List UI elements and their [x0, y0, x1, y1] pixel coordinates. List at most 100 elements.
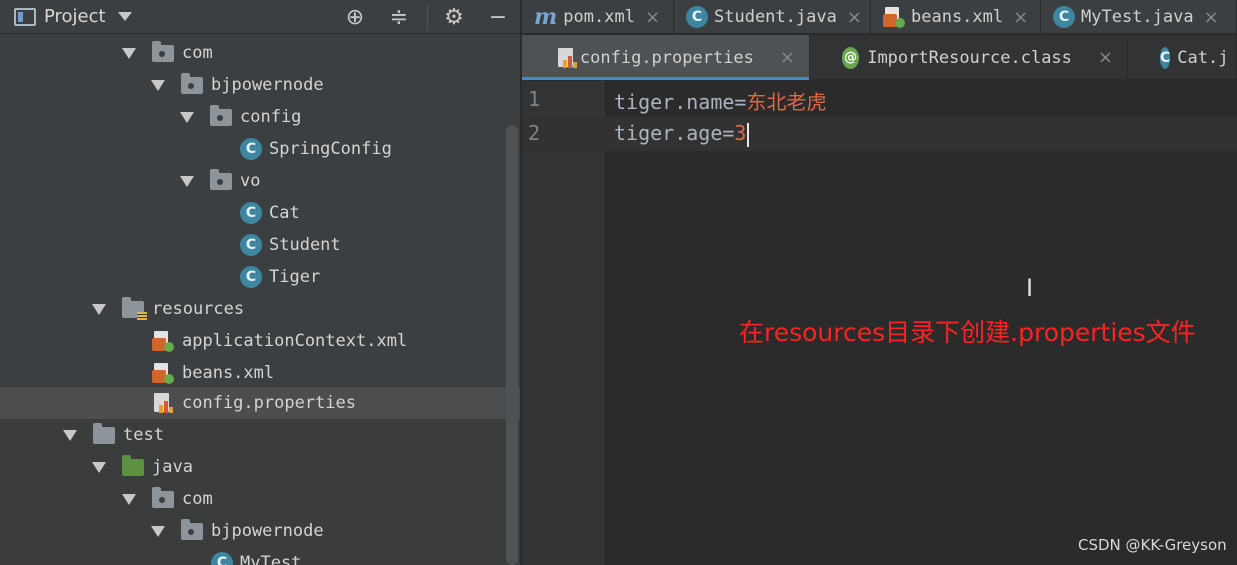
resources-folder-icon — [122, 296, 147, 321]
tab-student-java[interactable]: C Student.java × — [674, 0, 871, 34]
tab-mytest-java[interactable]: C MyTest.java × — [1041, 0, 1237, 34]
tree-item-java[interactable]: java — [0, 451, 520, 483]
expand-arrow-icon[interactable] — [63, 429, 77, 441]
expand-arrow-icon[interactable] — [122, 493, 136, 505]
tree-item-label: config — [240, 107, 302, 127]
tree-item-label: vo — [240, 171, 261, 191]
file-tab-bar: m pom.xml × C Student.java × beans.xml ×… — [522, 0, 1237, 34]
line-number: 1 — [528, 87, 541, 111]
annotation-text: 在resources目录下创建.properties文件 — [739, 318, 1196, 347]
close-icon[interactable]: × — [780, 47, 795, 68]
property-value: 东北老虎 — [746, 90, 827, 114]
tab-label: config.properties — [579, 47, 754, 68]
expand-arrow-icon[interactable] — [151, 525, 165, 537]
watermark: CSDN @KK-Greyson — [1078, 536, 1227, 554]
tab-importresource-class[interactable]: @ ImportResource.class × — [810, 35, 1128, 80]
project-panel-title[interactable]: Project — [44, 6, 106, 27]
hide-panel-icon[interactable]: − — [484, 3, 512, 31]
package-icon — [210, 104, 232, 126]
annotation-icon: @ — [842, 46, 860, 69]
tree-item-label: bjpowernode — [211, 521, 324, 541]
project-panel-header: Project ⊕ ≑ ⚙ − — [0, 0, 520, 34]
tab-config-properties[interactable]: config.properties × — [522, 35, 810, 80]
tree-item-label: resources — [152, 299, 245, 319]
tree-item-cat[interactable]: C Cat — [0, 197, 520, 229]
package-icon — [152, 486, 174, 508]
locate-file-icon[interactable]: ⊕ — [341, 3, 369, 31]
expand-arrow-icon[interactable] — [180, 111, 194, 123]
tree-item-mytest[interactable]: C MyTest — [0, 547, 520, 565]
tree-item-student[interactable]: C Student — [0, 229, 520, 261]
package-icon — [152, 40, 174, 62]
tree-item-label: test — [123, 425, 164, 445]
tab-beans-xml[interactable]: beans.xml × — [871, 0, 1041, 34]
tree-item-label: MyTest — [240, 553, 302, 565]
tree-scrollbar[interactable] — [506, 125, 518, 565]
tab-cat-java[interactable]: C Cat.j — [1128, 35, 1237, 80]
expand-arrow-icon[interactable] — [180, 175, 194, 187]
expand-arrow-icon[interactable] — [92, 461, 106, 473]
tree-item-config-properties[interactable]: config.properties — [0, 387, 520, 419]
tree-item-config[interactable]: config — [0, 101, 520, 133]
tree-item-com[interactable]: com — [0, 37, 520, 69]
tree-item-label: Student — [269, 235, 341, 255]
maven-icon: m — [534, 4, 558, 30]
collapse-all-icon[interactable]: ≑ — [385, 3, 413, 31]
close-icon[interactable]: × — [1204, 7, 1219, 28]
tree-item-tiger[interactable]: C Tiger — [0, 261, 520, 293]
editor-tab-bar: config.properties × @ ImportResource.cla… — [522, 35, 1237, 80]
class-icon: C — [240, 266, 262, 288]
tree-item-label: com — [182, 43, 213, 63]
close-icon[interactable]: × — [645, 7, 660, 28]
gear-icon[interactable]: ⚙ — [440, 3, 468, 31]
code-line-1[interactable]: tiger.name=东北老虎 — [614, 86, 826, 115]
tree-item-label: java — [152, 457, 193, 477]
line-number-gutter — [522, 81, 604, 565]
tree-item-label: applicationContext.xml — [182, 331, 408, 351]
line-number: 2 — [528, 121, 541, 145]
text-cursor-icon: I — [1026, 274, 1034, 302]
tab-pom-xml[interactable]: m pom.xml × — [522, 0, 674, 34]
expand-arrow-icon[interactable] — [92, 303, 106, 315]
expand-arrow-icon[interactable] — [122, 47, 136, 59]
tab-label: beans.xml — [911, 7, 1004, 27]
tree-item-label: beans.xml — [182, 363, 275, 383]
property-key: tiger.age= — [614, 121, 735, 145]
close-icon[interactable]: × — [1013, 7, 1028, 28]
code-line-2[interactable]: tiger.age=3 — [614, 121, 750, 147]
tree-item-label: bjpowernode — [211, 75, 324, 95]
text-caret — [747, 122, 750, 147]
class-icon: C — [240, 234, 262, 256]
tree-item-test[interactable]: test — [0, 419, 520, 451]
close-icon[interactable]: × — [847, 7, 862, 28]
tree-item-applicationcontext-xml[interactable]: applicationContext.xml — [0, 325, 520, 357]
tree-item-bjpowernode[interactable]: bjpowernode — [0, 69, 520, 101]
tree-item-vo[interactable]: vo — [0, 165, 520, 197]
tab-label: pom.xml — [563, 7, 635, 27]
class-icon: C — [240, 202, 262, 224]
property-value: 3 — [734, 121, 747, 145]
tree-item-resources[interactable]: resources — [0, 293, 520, 325]
tree-item-label: Cat — [269, 203, 300, 223]
chevron-down-icon[interactable] — [117, 12, 132, 21]
tab-label: MyTest.java — [1081, 7, 1194, 27]
spring-xml-icon — [152, 330, 174, 352]
tab-label: Cat.j — [1177, 47, 1229, 68]
tree-item-com[interactable]: com — [0, 483, 520, 515]
tree-item-label: SpringConfig — [269, 139, 392, 159]
package-icon — [181, 518, 203, 540]
property-key: tiger.name= — [614, 90, 747, 114]
tab-label: Student.java — [714, 7, 837, 27]
tree-item-label: config.properties — [182, 393, 356, 413]
tree-item-beans-xml[interactable]: beans.xml — [0, 357, 520, 389]
class-icon: C — [211, 552, 233, 565]
package-icon — [181, 72, 203, 94]
close-icon[interactable]: × — [1098, 47, 1113, 68]
tree-item-springconfig[interactable]: C SpringConfig — [0, 133, 520, 165]
package-icon — [210, 168, 232, 190]
class-icon: C — [1053, 6, 1075, 28]
project-panel: Project ⊕ ≑ ⚙ − com bjpowernode config C — [0, 0, 520, 565]
expand-arrow-icon[interactable] — [151, 79, 165, 91]
tree-item-bjpowernode[interactable]: bjpowernode — [0, 515, 520, 547]
folder-icon — [93, 422, 115, 444]
